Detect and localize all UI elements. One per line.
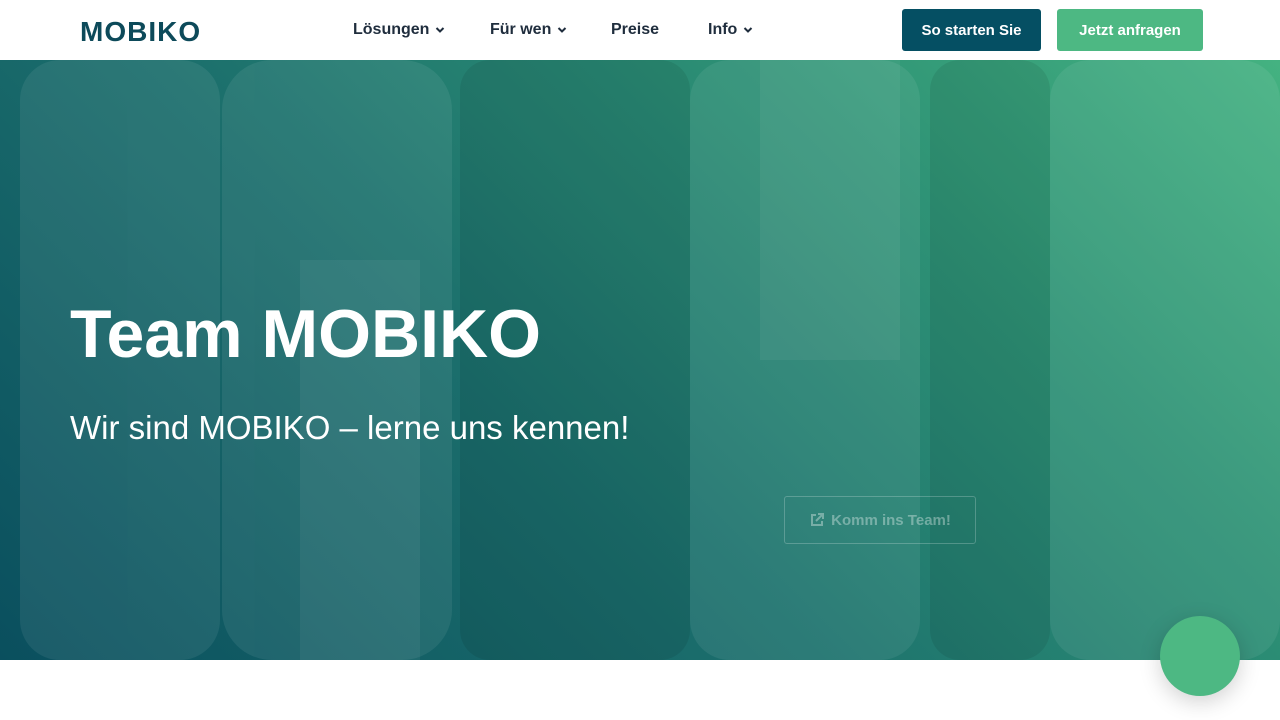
nav-item-label: Lösungen — [353, 21, 430, 38]
mobiko-logo[interactable]: MOBIKO — [80, 14, 202, 46]
nav-item-preise[interactable]: Preise — [611, 20, 659, 40]
so-starten-sie-button[interactable]: So starten Sie — [902, 9, 1041, 51]
nav-item-label: Für wen — [490, 21, 552, 38]
hero-section: Team MOBIKO Wir sind MOBIKO – lerne uns … — [0, 60, 1280, 660]
logo-wordmark: MOBIKO — [80, 16, 201, 46]
hero-subtitle: Wir sind MOBIKO – lerne uns kennen! — [70, 409, 630, 446]
page-title: Team MOBIKO — [70, 296, 542, 372]
komm-ins-team-button[interactable]: Komm ins Team! — [784, 496, 976, 544]
nav-item-label: Info — [708, 21, 738, 38]
nav-item-label: Preise — [611, 21, 660, 38]
nav-item-info[interactable]: Info — [708, 20, 753, 40]
jetzt-anfragen-button[interactable]: Jetzt anfragen — [1057, 9, 1203, 51]
svg-text:MOBIKO: MOBIKO — [80, 16, 201, 46]
chevron-down-icon — [558, 27, 567, 33]
nav-item-loesungen[interactable]: Lösungen — [353, 20, 445, 40]
chevron-down-icon — [744, 27, 753, 33]
external-link-icon — [811, 513, 825, 526]
top-navbar: MOBIKO Lösungen Für wen Preise Info So s… — [0, 0, 1280, 60]
chat-launcher-button[interactable] — [1160, 616, 1240, 696]
komm-ins-team-label: Komm ins Team! — [831, 511, 951, 529]
nav-item-fuer-wen[interactable]: Für wen — [490, 20, 567, 40]
chevron-down-icon — [436, 27, 445, 33]
